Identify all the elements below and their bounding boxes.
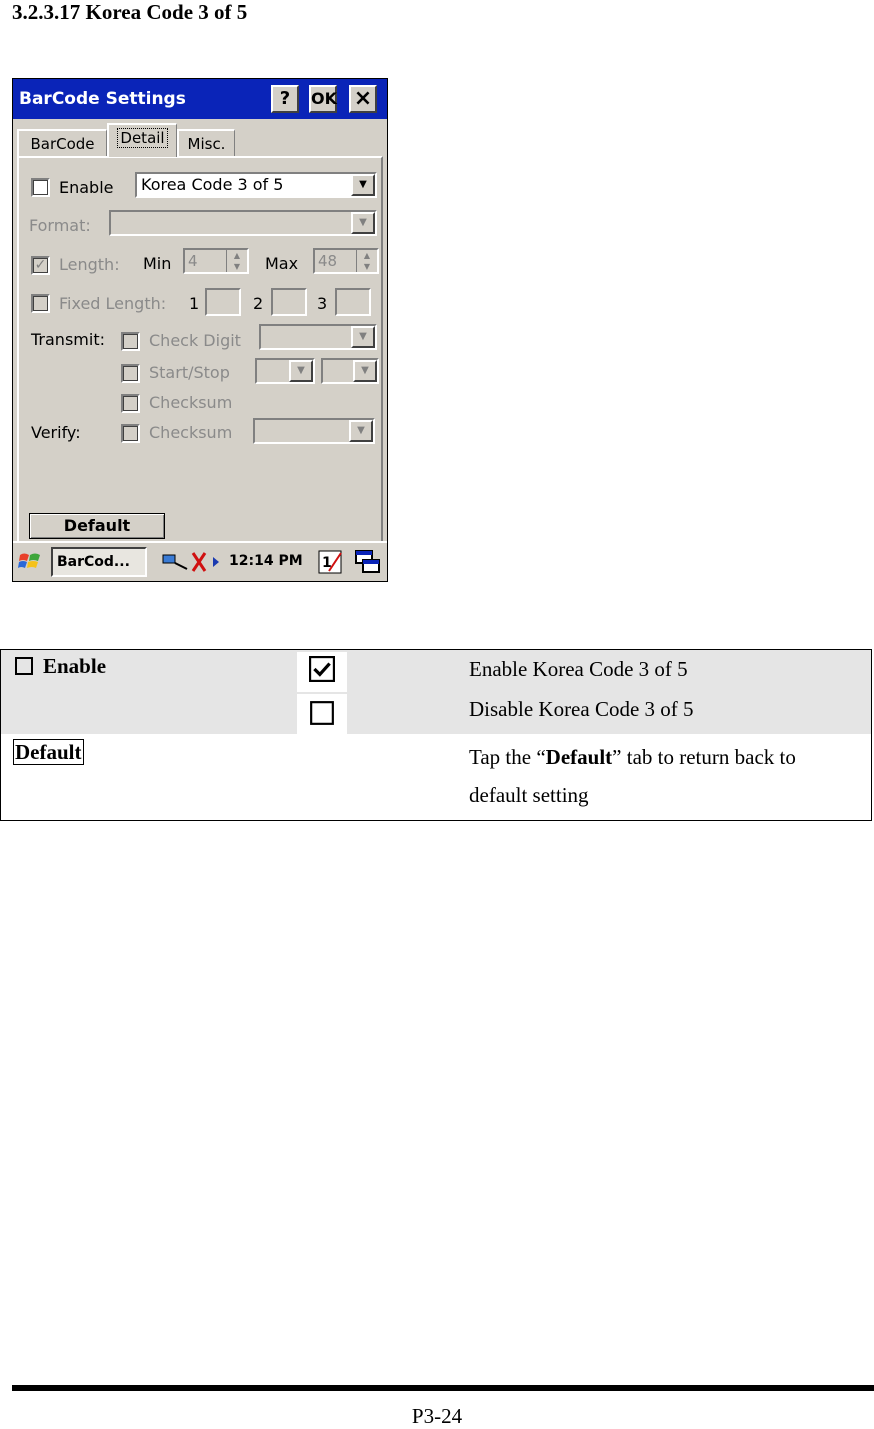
spinner-arrows-icon: ▲ ▼ [226,250,247,272]
title-bar: BarCode Settings ? OK × [13,79,387,119]
tab-barcode-label: BarCode [30,135,95,153]
windows-start-icon[interactable] [17,549,43,575]
default-desc-pre: Tap the “ [469,745,546,769]
ok-button[interactable]: OK [309,85,337,113]
detail-panel: Enable Korea Code 3 of 5 ▼ Format: ▼ ✓ L… [17,156,383,546]
fixed-length-2-input[interactable] [271,288,307,316]
device-screenshot: BarCode Settings ? OK × BarCode Detail M… [12,78,388,582]
table-row: Enable Enable Korea Code 3 of 5 [0,649,872,692]
length-checkbox[interactable]: ✓ [31,256,50,275]
check-digit-select[interactable]: ▼ [259,324,377,350]
input-panel-icon[interactable]: 1 [317,547,345,577]
verify-label: Verify: [31,423,81,442]
unchecked-icon-cell [277,692,457,734]
length-label: Length: [59,255,120,274]
checksum-checkbox[interactable] [121,394,140,413]
window-title: BarCode Settings [19,89,186,109]
verify-checksum-label: Checksum [149,423,233,442]
check-digit-label: Check Digit [149,331,241,350]
chevron-down-icon: ▼ [353,360,377,382]
tab-misc[interactable]: Misc. [177,129,235,156]
chevron-down-icon: ▼ [351,326,375,348]
chevron-down-icon: ▼ [351,212,375,234]
verify-checksum-checkbox[interactable] [121,424,140,443]
footer-rule [12,1385,874,1391]
verify-checksum-select[interactable]: ▼ [253,418,375,444]
enable-checkbox[interactable] [31,178,50,197]
checked-icon-frame [297,652,347,692]
chevron-down-icon: ▼ [289,360,313,382]
options-table: Enable Enable Korea Code 3 of 5 Disable … [0,649,872,821]
fixed-1-label: 1 [189,294,200,313]
min-spinner[interactable]: 4 ▲ ▼ [183,248,249,274]
fixed-length-checkbox[interactable] [31,294,50,313]
tab-detail-label: Detail [117,128,168,148]
fixed-2-label: 2 [253,294,264,313]
help-button[interactable]: ? [271,85,299,113]
chevron-down-icon: ▼ [351,174,375,196]
checkbox-icon [15,657,33,675]
windows-switch-icon[interactable] [353,547,383,577]
min-value: 4 [188,252,198,270]
start-select[interactable]: ▼ [255,358,315,384]
format-select[interactable]: ▼ [109,210,377,236]
max-value: 48 [318,252,338,270]
default-cell: Default [1,734,458,821]
start-stop-checkbox[interactable] [121,364,140,383]
enable-label: Enable [59,178,114,197]
enable-off-desc: Disable Korea Code 3 of 5 [469,697,694,721]
default-term: Default [13,739,84,765]
taskbar: BarCod... 12:14 PM 1 [13,541,387,581]
tab-misc-label: Misc. [187,135,226,153]
section-heading: 3.2.3.17 Korea Code 3 of 5 [12,0,248,24]
min-label: Min [143,254,172,273]
default-desc-bold: Default [545,745,613,769]
page-number: P3-24 [411,1404,463,1428]
chevron-down-icon: ▼ [349,420,373,442]
max-spinner[interactable]: 48 ▲ ▼ [313,248,379,274]
start-stop-label: Start/Stop [149,363,230,382]
enable-cell: Enable [1,650,278,735]
checked-icon-cell [277,650,457,692]
unchecked-icon-frame [297,694,347,734]
close-button[interactable]: × [349,85,377,113]
format-label: Format: [29,216,91,235]
default-button[interactable]: Default [29,513,165,539]
network-status-icon[interactable] [159,547,225,577]
checked-checkbox-icon [309,656,335,682]
enable-on-desc: Enable Korea Code 3 of 5 [469,657,688,681]
stop-select[interactable]: ▼ [321,358,379,384]
enable-term: Enable [43,654,107,678]
fixed-3-label: 3 [317,294,328,313]
max-label: Max [265,254,299,273]
fixed-length-label: Fixed Length: [59,294,167,313]
fixed-length-1-input[interactable] [205,288,241,316]
default-desc: Tap the “Default” tab to return back to … [457,734,872,821]
table-row: Default Tap the “Default” tab to return … [1,734,872,821]
spinner-arrows-icon: ▲ ▼ [356,250,377,272]
symbology-value: Korea Code 3 of 5 [141,175,284,194]
transmit-label: Transmit: [31,330,105,349]
fixed-length-3-input[interactable] [335,288,371,316]
tab-detail[interactable]: Detail [107,123,177,157]
symbology-select[interactable]: Korea Code 3 of 5 ▼ [135,172,377,198]
check-digit-checkbox[interactable] [121,332,140,351]
taskbar-app-button[interactable]: BarCod... [51,547,147,577]
clock[interactable]: 12:14 PM [229,553,303,569]
tab-strip: BarCode Detail Misc. [17,123,383,157]
unchecked-checkbox-icon [309,700,335,726]
checksum-label: Checksum [149,393,233,412]
tab-barcode[interactable]: BarCode [17,129,107,156]
